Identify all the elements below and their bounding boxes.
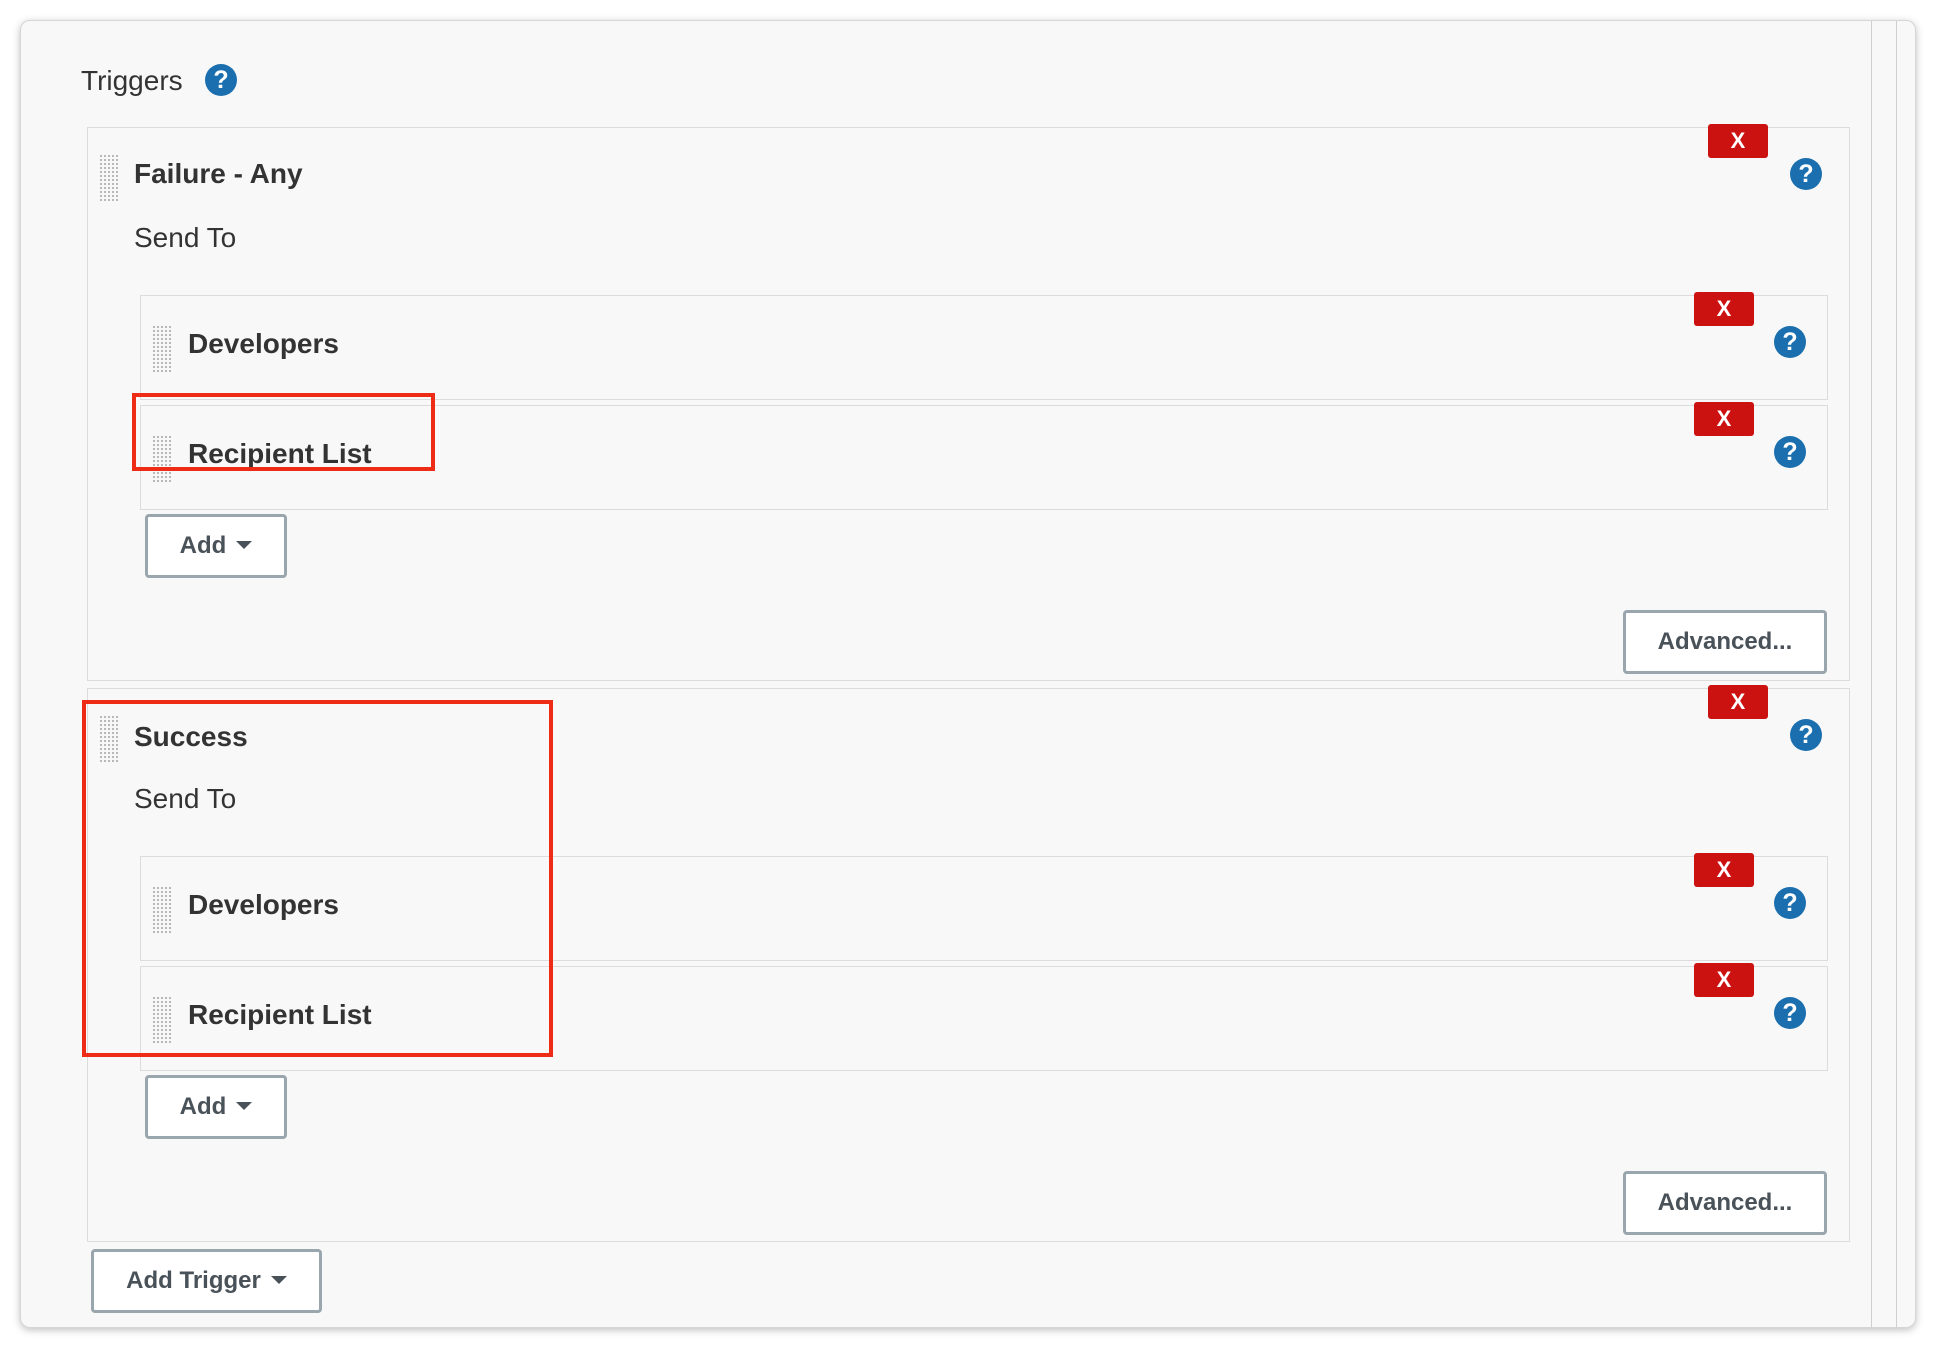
recipient-developers: Developers X ? <box>140 292 1828 400</box>
advanced-button[interactable]: Advanced... <box>1623 1171 1827 1235</box>
remove-trigger-button[interactable]: X <box>1708 124 1768 158</box>
add-trigger-button[interactable]: Add Trigger <box>91 1249 322 1313</box>
jenkins-config-window: Triggers ? Failure - Any X ? Send To Dev… <box>20 20 1916 1328</box>
remove-recipient-button[interactable]: X <box>1694 402 1754 436</box>
add-label: Add <box>179 532 227 559</box>
recipient-help-icon[interactable]: ? <box>1774 326 1806 358</box>
send-to-label: Send To <box>134 222 237 253</box>
remove-recipient-button[interactable]: X <box>1694 853 1754 887</box>
recipient-help-icon[interactable]: ? <box>1774 997 1806 1029</box>
add-recipient-button[interactable]: Add <box>145 514 287 578</box>
caret-down-icon <box>270 1275 287 1284</box>
section-title: Triggers <box>81 65 183 96</box>
add-trigger-label: Add Trigger <box>126 1267 261 1294</box>
remove-recipient-button[interactable]: X <box>1694 963 1754 997</box>
triggers-help-icon[interactable]: ? <box>205 64 237 96</box>
remove-recipient-button[interactable]: X <box>1694 292 1754 326</box>
scroll-rail <box>1871 21 1872 1327</box>
trigger-help-icon[interactable]: ? <box>1790 158 1822 190</box>
recipient-help-icon[interactable]: ? <box>1774 436 1806 468</box>
drag-handle-icon[interactable] <box>99 154 119 202</box>
highlight-box <box>132 393 435 471</box>
add-recipient-button[interactable]: Add <box>145 1075 287 1139</box>
caret-down-icon <box>236 540 253 549</box>
recipient-help-icon[interactable]: ? <box>1774 887 1806 919</box>
remove-trigger-button[interactable]: X <box>1708 685 1768 719</box>
caret-down-icon <box>236 1101 253 1110</box>
scroll-rail <box>1896 21 1897 1327</box>
recipient-name: Developers <box>188 328 339 359</box>
trigger-name: Failure - Any <box>134 158 303 189</box>
drag-handle-icon[interactable] <box>152 325 172 373</box>
trigger-help-icon[interactable]: ? <box>1790 719 1822 751</box>
add-label: Add <box>179 1093 227 1120</box>
highlight-box <box>82 700 553 1057</box>
advanced-button[interactable]: Advanced... <box>1623 610 1827 674</box>
